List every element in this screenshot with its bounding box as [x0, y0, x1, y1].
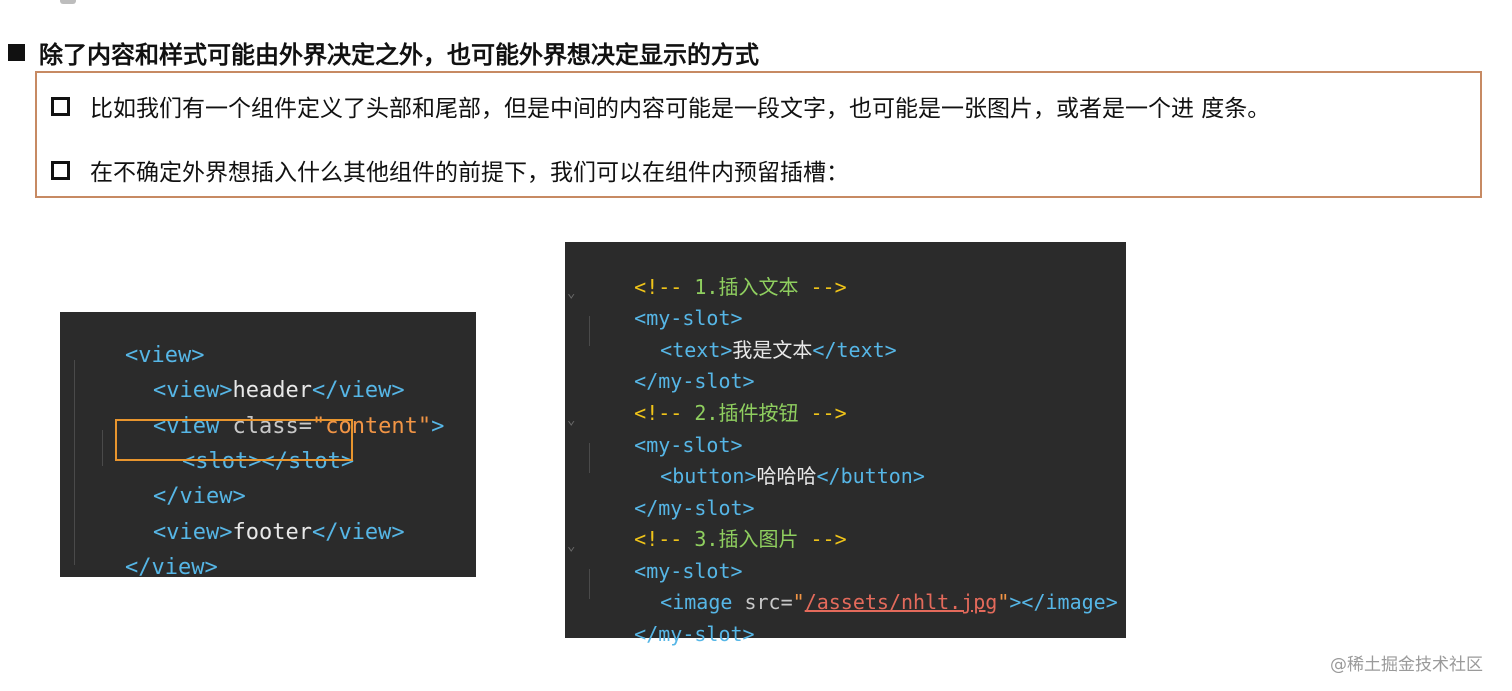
slot-highlight-box: [115, 419, 353, 461]
fold-chevron-icon[interactable]: ⌄: [567, 285, 575, 301]
section-heading: 除了内容和样式可能由外界决定之外，也可能外界想决定显示的方式: [8, 32, 759, 72]
hollow-square-bullet-icon: [51, 160, 70, 180]
top-edge-mark: [60, 0, 76, 4]
bullet-text: 比如我们有一个组件定义了头部和尾部，但是中间的内容可能是一段文字，也可能是一张图…: [90, 96, 1271, 122]
code-block-template: <view> <view>header</view> <view class="…: [60, 312, 476, 579]
hollow-square-bullet-icon: [51, 96, 70, 116]
filled-square-bullet-icon: [8, 43, 25, 61]
fold-chevron-icon[interactable]: ⌄: [567, 538, 575, 554]
bullet-box: 比如我们有一个组件定义了头部和尾部，但是中间的内容可能是一段文字，也可能是一张图…: [35, 71, 1482, 198]
image-path-link[interactable]: /assets/nhlt.jpg: [805, 590, 998, 614]
fold-chevron-icon[interactable]: ⌄: [567, 412, 575, 428]
watermark: @稀土掘金技术社区: [1330, 655, 1483, 675]
heading-text: 除了内容和样式可能由外界决定之外，也可能外界想决定显示的方式: [39, 40, 759, 69]
code-line: </my-slot>: [634, 622, 755, 646]
bullet-item: 在不确定外界想插入什么其他组件的前提下，我们可以在组件内预留插槽：: [51, 152, 849, 188]
code-block-usage: <!-- 1.插入文本 --> ⌄ <my-slot> <text>我是文本</…: [565, 242, 1126, 644]
code-line: </view>: [124, 555, 218, 580]
bullet-text: 在不确定外界想插入什么其他组件的前提下，我们可以在组件内预留插槽：: [90, 160, 849, 186]
bullet-item: 比如我们有一个组件定义了头部和尾部，但是中间的内容可能是一段文字，也可能是一张图…: [51, 88, 1270, 124]
